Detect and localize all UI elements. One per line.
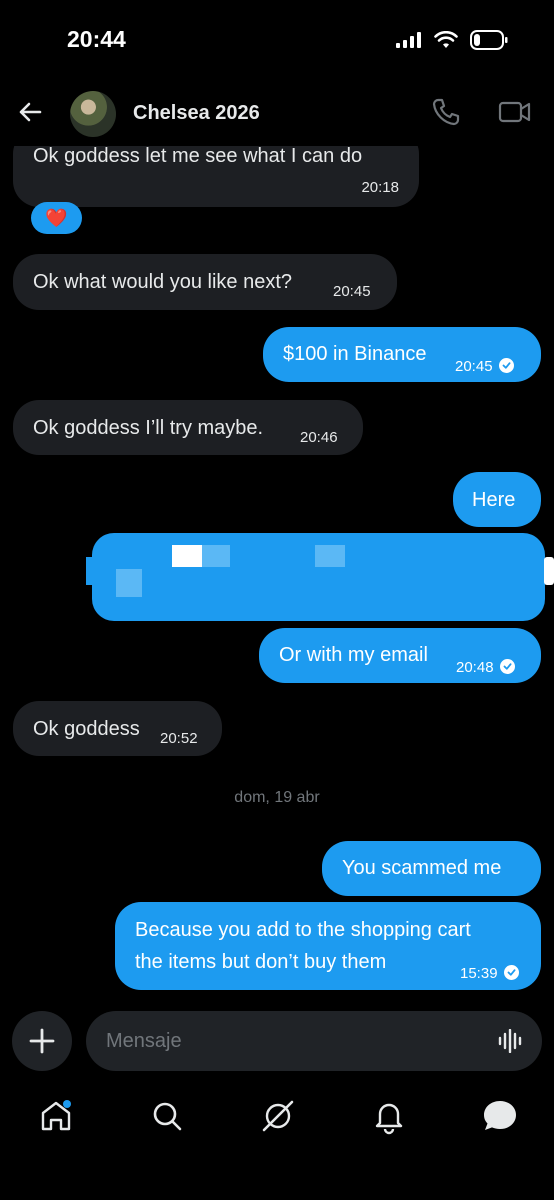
message-meta: 15:39 — [460, 959, 519, 987]
grok-icon — [262, 1100, 294, 1132]
redaction-block — [202, 545, 230, 567]
message-time: 20:48 — [456, 659, 494, 676]
video-camera-icon[interactable] — [498, 96, 532, 128]
redaction-edge — [86, 557, 96, 585]
home-icon — [41, 1100, 71, 1131]
read-check-icon — [498, 358, 514, 373]
message-text: Or with my email — [279, 644, 428, 666]
message-text: $100 in Binance — [283, 343, 427, 365]
message-text: Ok what would you like next? — [33, 271, 293, 293]
message-text: You scammed me — [342, 857, 502, 879]
nav-home[interactable] — [36, 1096, 76, 1136]
message-time: 15:39 — [460, 965, 498, 982]
message-text-line-2: the items but don’t buy them — [135, 951, 387, 973]
message-received[interactable]: Ok goddess I’ll try maybe. 20:46 — [13, 400, 363, 455]
message-input[interactable] — [106, 1011, 476, 1071]
redaction-block — [172, 545, 202, 567]
message-received[interactable]: Ok goddess 20:52 — [13, 701, 222, 756]
status-icons — [396, 30, 508, 50]
message-sent[interactable]: Or with my email 20:48 — [259, 628, 541, 683]
redaction-block — [544, 557, 554, 585]
heart-icon: ❤️ — [45, 207, 68, 228]
message-redacted[interactable] — [86, 533, 554, 621]
status-time: 20:44 — [67, 26, 126, 52]
add-attachment-button[interactable] — [12, 1011, 72, 1071]
message-time: 20:45 — [455, 358, 493, 375]
message-time: 20:46 — [300, 429, 338, 446]
phone-icon[interactable] — [430, 96, 462, 128]
redaction-block — [116, 569, 142, 597]
nav-messages[interactable] — [480, 1096, 520, 1136]
avatar[interactable] — [70, 91, 116, 137]
redaction-block — [315, 545, 345, 567]
contact-name[interactable]: Chelsea 2026 — [133, 102, 260, 125]
search-icon — [153, 1102, 182, 1131]
plus-icon — [29, 1028, 55, 1054]
message-time: 20:45 — [333, 283, 371, 300]
message-meta: 20:45 — [455, 352, 514, 380]
message-text: Ok goddess — [33, 718, 140, 740]
message-text: Here — [472, 489, 516, 511]
date-separator: dom, 19 abr — [234, 789, 320, 806]
back-arrow-icon[interactable] — [14, 96, 46, 128]
bell-icon — [375, 1103, 403, 1135]
message-sent[interactable]: You scammed me — [322, 841, 541, 896]
message-text-line-1: Because you add to the shopping cart — [135, 919, 471, 941]
read-check-icon — [499, 659, 515, 674]
message-sent[interactable]: Here — [453, 472, 541, 527]
message-sent[interactable]: $100 in Binance 20:45 — [263, 327, 541, 382]
message-sent[interactable]: Because you add to the shopping cart the… — [115, 902, 541, 990]
message-time: 20:52 — [160, 730, 198, 747]
signal-icon — [396, 32, 421, 48]
voice-waveform-icon[interactable] — [498, 1029, 524, 1053]
nav-search[interactable] — [147, 1096, 187, 1136]
reaction-heart[interactable]: ❤️ — [31, 202, 82, 234]
battery-icon — [470, 30, 508, 50]
message-meta: 20:48 — [456, 653, 515, 681]
message-time: 20:18 — [361, 179, 399, 196]
message-text: Ok goddess let me see what I can do — [33, 145, 363, 167]
nav-notifications[interactable] — [369, 1096, 409, 1136]
read-check-icon — [503, 965, 519, 980]
chat-header: Chelsea 2026 — [0, 82, 554, 146]
message-received[interactable]: Ok what would you like next? 20:45 — [13, 254, 397, 310]
nav-grok[interactable] — [258, 1096, 298, 1136]
message-composer — [86, 1011, 542, 1071]
messages-icon — [484, 1101, 516, 1130]
message-text: Ok goddess I’ll try maybe. — [33, 417, 264, 439]
wifi-icon — [434, 31, 458, 48]
